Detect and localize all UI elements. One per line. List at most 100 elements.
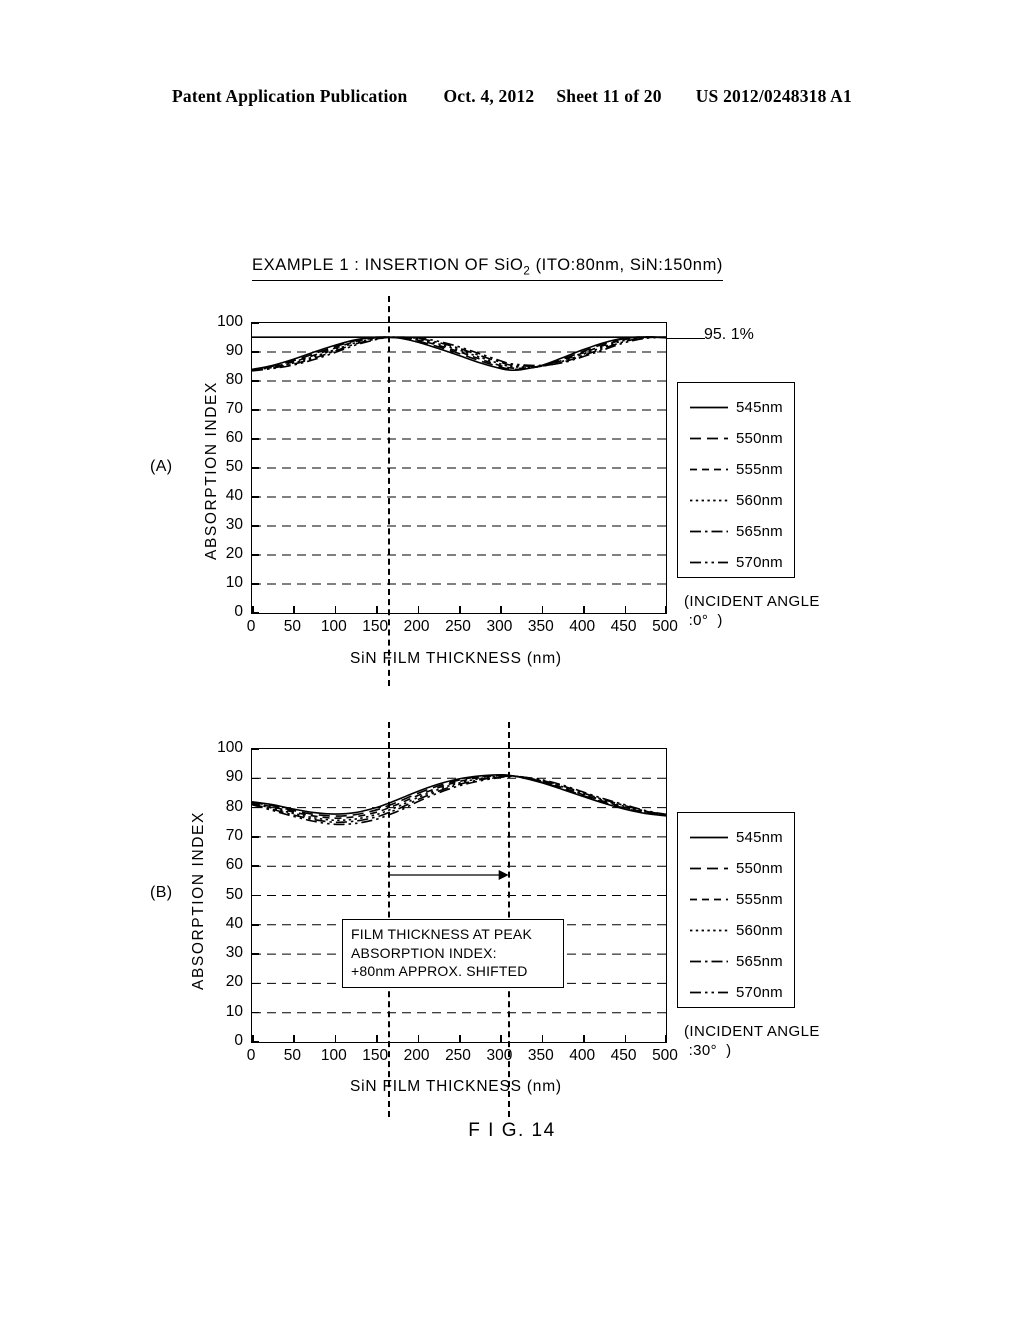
x-tick-mark bbox=[541, 1035, 544, 1042]
y-tick-label: 20 bbox=[225, 973, 243, 991]
legend-label: 565nm bbox=[736, 523, 783, 540]
legend-item-560nm: 560nm bbox=[690, 485, 783, 516]
legend-key-dash-dot-dot-icon bbox=[690, 987, 728, 998]
y-tick-label: 100 bbox=[217, 739, 243, 756]
y-tick-label: 50 bbox=[225, 885, 243, 903]
x-tick-mark bbox=[334, 606, 337, 613]
y-tick-label: 80 bbox=[225, 371, 243, 388]
y-tick-mark bbox=[252, 583, 259, 585]
x-tick-mark bbox=[500, 606, 502, 613]
y-tick-mark bbox=[252, 351, 259, 353]
y-tick-label: 0 bbox=[234, 1032, 243, 1049]
y-tick-label: 40 bbox=[225, 487, 243, 504]
legend-key-solid-icon bbox=[690, 402, 728, 413]
x-tick-mark bbox=[583, 606, 585, 613]
series-line-545nm bbox=[252, 773, 666, 817]
panel-label-a: (A) bbox=[150, 458, 173, 475]
x-tick-mark bbox=[252, 1035, 254, 1042]
series-line-550nm bbox=[252, 336, 666, 371]
legend-key-dash-dot-dot-icon bbox=[690, 557, 728, 568]
x-tick-label: 300 bbox=[486, 618, 513, 635]
x-tick-mark bbox=[541, 606, 544, 613]
x-tick-label: 400 bbox=[569, 618, 596, 635]
x-axis-title-a: SiN FILM THICKNESS (nm) bbox=[350, 650, 562, 667]
x-tick-mark bbox=[334, 1035, 337, 1042]
x-tick-mark bbox=[624, 606, 627, 613]
series-line-555nm bbox=[252, 774, 666, 819]
legend-key-dash-dot-icon bbox=[690, 526, 728, 537]
y-tick-mark bbox=[252, 924, 259, 926]
y-tick-mark bbox=[252, 894, 259, 897]
x-tick-label: 400 bbox=[569, 1047, 596, 1064]
figure-14: EXAMPLE 1 : INSERTION OF SiO2 (ITO:80nm,… bbox=[0, 0, 1024, 1320]
x-tick-label: 500 bbox=[652, 618, 678, 635]
x-tick-label: 350 bbox=[527, 618, 554, 635]
chart-title-tail: (ITO:80nm, SiN:150nm) bbox=[530, 256, 724, 274]
x-tick-label: 450 bbox=[610, 1047, 637, 1064]
x-tick-label: 150 bbox=[362, 1047, 389, 1064]
legend-item-570nm: 570nm bbox=[690, 977, 783, 1008]
x-axis-title-b: SiN FILM THICKNESS (nm) bbox=[350, 1078, 562, 1095]
x-tick-mark bbox=[376, 606, 378, 613]
y-tick-mark bbox=[252, 554, 259, 556]
x-tick-mark bbox=[664, 606, 666, 613]
legend-key-dashed-icon bbox=[690, 433, 728, 444]
legend-label: 555nm bbox=[736, 461, 783, 478]
legend-a: 545nm 550nm 555nm 560nm 565nm 570nm bbox=[677, 382, 795, 578]
legend-key-dash-dot-icon bbox=[690, 956, 728, 967]
x-tick-label: 0 bbox=[246, 1047, 256, 1064]
y-tick-label: 20 bbox=[225, 545, 243, 562]
legend-key-solid-icon bbox=[690, 832, 728, 843]
x-tick-mark bbox=[583, 1035, 585, 1042]
legend-label: 570nm bbox=[736, 554, 783, 571]
legend-label: 565nm bbox=[736, 953, 783, 970]
callout-95-percent: 95. 1% bbox=[704, 326, 754, 343]
y-tick-label: 60 bbox=[225, 429, 243, 446]
y-tick-label: 30 bbox=[225, 516, 243, 533]
y-tick-mark bbox=[252, 525, 259, 527]
y-tick-label: 80 bbox=[225, 797, 243, 815]
y-tick-mark bbox=[252, 836, 259, 838]
incident-angle-b: (INCIDENT ANGLE :30° ) bbox=[684, 1023, 820, 1059]
figure-caption: F I G. 14 bbox=[468, 1120, 556, 1141]
x-tick-label: 150 bbox=[362, 618, 389, 635]
y-tick-mark bbox=[252, 409, 259, 411]
y-tick-mark bbox=[252, 1011, 259, 1014]
y-tick-mark bbox=[252, 806, 259, 809]
x-tick-mark bbox=[252, 606, 254, 613]
y-tick-mark bbox=[252, 865, 259, 867]
legend-item-550nm: 550nm bbox=[690, 423, 783, 454]
y-tick-label: 50 bbox=[225, 458, 243, 475]
y-tick-label: 10 bbox=[225, 1002, 243, 1020]
x-tick-label: 450 bbox=[610, 618, 637, 635]
x-tick-label: 50 bbox=[283, 618, 302, 635]
y-tick-mark bbox=[252, 380, 259, 382]
legend-label: 560nm bbox=[736, 492, 783, 509]
legend-b: 545nm 550nm 555nm 560nm 565nm 570nm bbox=[677, 812, 795, 1008]
x-tick-label: 100 bbox=[320, 618, 347, 635]
plot-area-b bbox=[251, 748, 667, 1043]
legend-item-565nm: 565nm bbox=[690, 946, 783, 977]
incident-angle-a: (INCIDENT ANGLE :0° ) bbox=[684, 593, 820, 629]
x-tick-mark bbox=[624, 1035, 627, 1042]
legend-key-dotted-icon bbox=[690, 495, 728, 506]
y-tick-mark bbox=[252, 748, 259, 750]
callout-leader-line-a bbox=[667, 338, 705, 339]
y-tick-mark bbox=[252, 438, 259, 440]
y-tick-label: 60 bbox=[225, 856, 243, 874]
x-tick-mark bbox=[376, 1035, 378, 1042]
x-tick-mark bbox=[459, 1035, 461, 1042]
legend-item-570nm: 570nm bbox=[690, 547, 783, 578]
panel-label-b: (B) bbox=[150, 884, 173, 901]
legend-label: 570nm bbox=[736, 984, 783, 1001]
x-tick-mark bbox=[417, 606, 420, 613]
legend-key-dashed-icon bbox=[690, 863, 728, 874]
y-tick-mark bbox=[252, 777, 259, 780]
legend-label: 560nm bbox=[736, 922, 783, 939]
x-tick-label: 500 bbox=[652, 1047, 678, 1064]
y-tick-label: 40 bbox=[225, 914, 243, 932]
x-tick-mark bbox=[459, 606, 461, 613]
y-tick-label: 10 bbox=[225, 574, 243, 591]
x-tick-label: 0 bbox=[246, 618, 256, 635]
chart-title-main: EXAMPLE 1 : INSERTION OF SiO bbox=[252, 256, 524, 274]
